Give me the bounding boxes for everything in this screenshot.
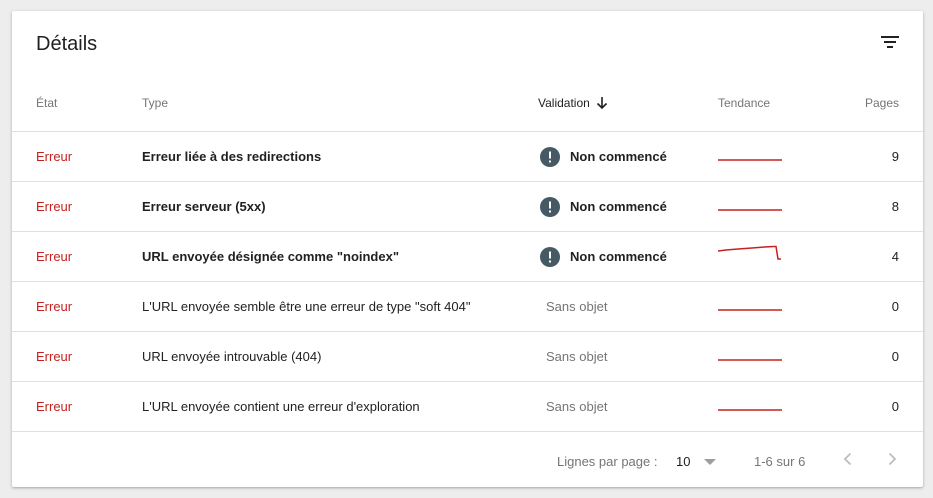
details-card: Détails État Type Validation Tendance Pa… <box>12 11 923 487</box>
row-validation: Non commencé <box>540 232 667 281</box>
triangle-down-icon <box>704 458 717 465</box>
table-body: Erreur Erreur liée à des redirections No… <box>12 132 923 432</box>
table-row[interactable]: Erreur L'URL envoyée semble être une err… <box>12 282 923 332</box>
trend-sparkline <box>718 209 782 211</box>
next-page-button[interactable] <box>880 447 904 471</box>
row-validation: Non commencé <box>540 182 667 231</box>
panel-title: Détails <box>36 33 98 55</box>
table-header: État Type Validation Tendance Pages <box>12 91 923 132</box>
arrow-down-icon <box>596 97 607 110</box>
row-status: Erreur <box>36 299 73 314</box>
row-validation: Sans objet <box>546 349 608 364</box>
rows-per-page-label: Lignes par page : <box>557 454 658 469</box>
row-pages: 8 <box>891 199 899 214</box>
row-type: URL envoyée désignée comme "noindex" <box>142 249 399 264</box>
exclamation-circle-icon <box>540 246 560 267</box>
row-type: L'URL envoyée semble être une erreur de … <box>142 299 471 314</box>
pagination-bar: Lignes par page : 10 1-6 sur 6 <box>12 432 923 487</box>
validation-text: Non commencé <box>570 149 667 164</box>
table-row[interactable]: Erreur URL envoyée introuvable (404) San… <box>12 332 923 382</box>
row-status: Erreur <box>36 249 73 264</box>
row-pages: 9 <box>891 149 899 164</box>
row-validation: Sans objet <box>546 399 608 414</box>
trend-sparkline <box>718 245 781 260</box>
table-row[interactable]: Erreur Erreur liée à des redirections No… <box>12 132 923 182</box>
header-etat[interactable]: État <box>36 96 57 110</box>
trend-sparkline <box>718 309 782 311</box>
row-pages: 0 <box>891 299 899 314</box>
row-type: Erreur serveur (5xx) <box>142 199 266 214</box>
chevron-left-icon <box>843 452 852 466</box>
row-status: Erreur <box>36 349 73 364</box>
table-row[interactable]: Erreur Erreur serveur (5xx) Non commencé… <box>12 182 923 232</box>
row-status: Erreur <box>36 199 73 214</box>
trend-sparkline <box>718 409 782 411</box>
row-pages: 4 <box>891 249 899 264</box>
rows-per-page-select[interactable]: 10 <box>676 454 717 469</box>
row-status: Erreur <box>36 399 73 414</box>
rows-per-page-value: 10 <box>676 454 691 469</box>
row-validation: Non commencé <box>540 132 667 181</box>
prev-page-button[interactable] <box>836 447 860 471</box>
row-validation: Sans objet <box>546 299 608 314</box>
chevron-right-icon <box>888 452 897 466</box>
header-pages[interactable]: Pages <box>865 96 899 110</box>
exclamation-circle-icon <box>540 196 560 217</box>
table-row[interactable]: Erreur URL envoyée désignée comme "noind… <box>12 232 923 282</box>
filter-button[interactable] <box>874 26 906 58</box>
validation-text: Non commencé <box>570 199 667 214</box>
row-type: L'URL envoyée contient une erreur d'expl… <box>142 399 420 414</box>
row-type: URL envoyée introuvable (404) <box>142 349 322 364</box>
header-validation-label: Validation <box>538 96 590 110</box>
trend-sparkline <box>718 159 782 161</box>
pagination-range: 1-6 sur 6 <box>754 454 806 469</box>
row-pages: 0 <box>891 349 899 364</box>
validation-text: Non commencé <box>570 249 667 264</box>
exclamation-circle-icon <box>540 146 560 167</box>
header-tendance: Tendance <box>718 96 771 110</box>
trend-sparkline <box>718 359 782 361</box>
row-status: Erreur <box>36 149 73 164</box>
filter-icon <box>881 36 899 48</box>
header-type[interactable]: Type <box>142 96 168 110</box>
row-type: Erreur liée à des redirections <box>142 149 322 164</box>
table-row[interactable]: Erreur L'URL envoyée contient une erreur… <box>12 382 923 432</box>
row-pages: 0 <box>891 399 899 414</box>
header-validation[interactable]: Validation <box>538 96 609 110</box>
